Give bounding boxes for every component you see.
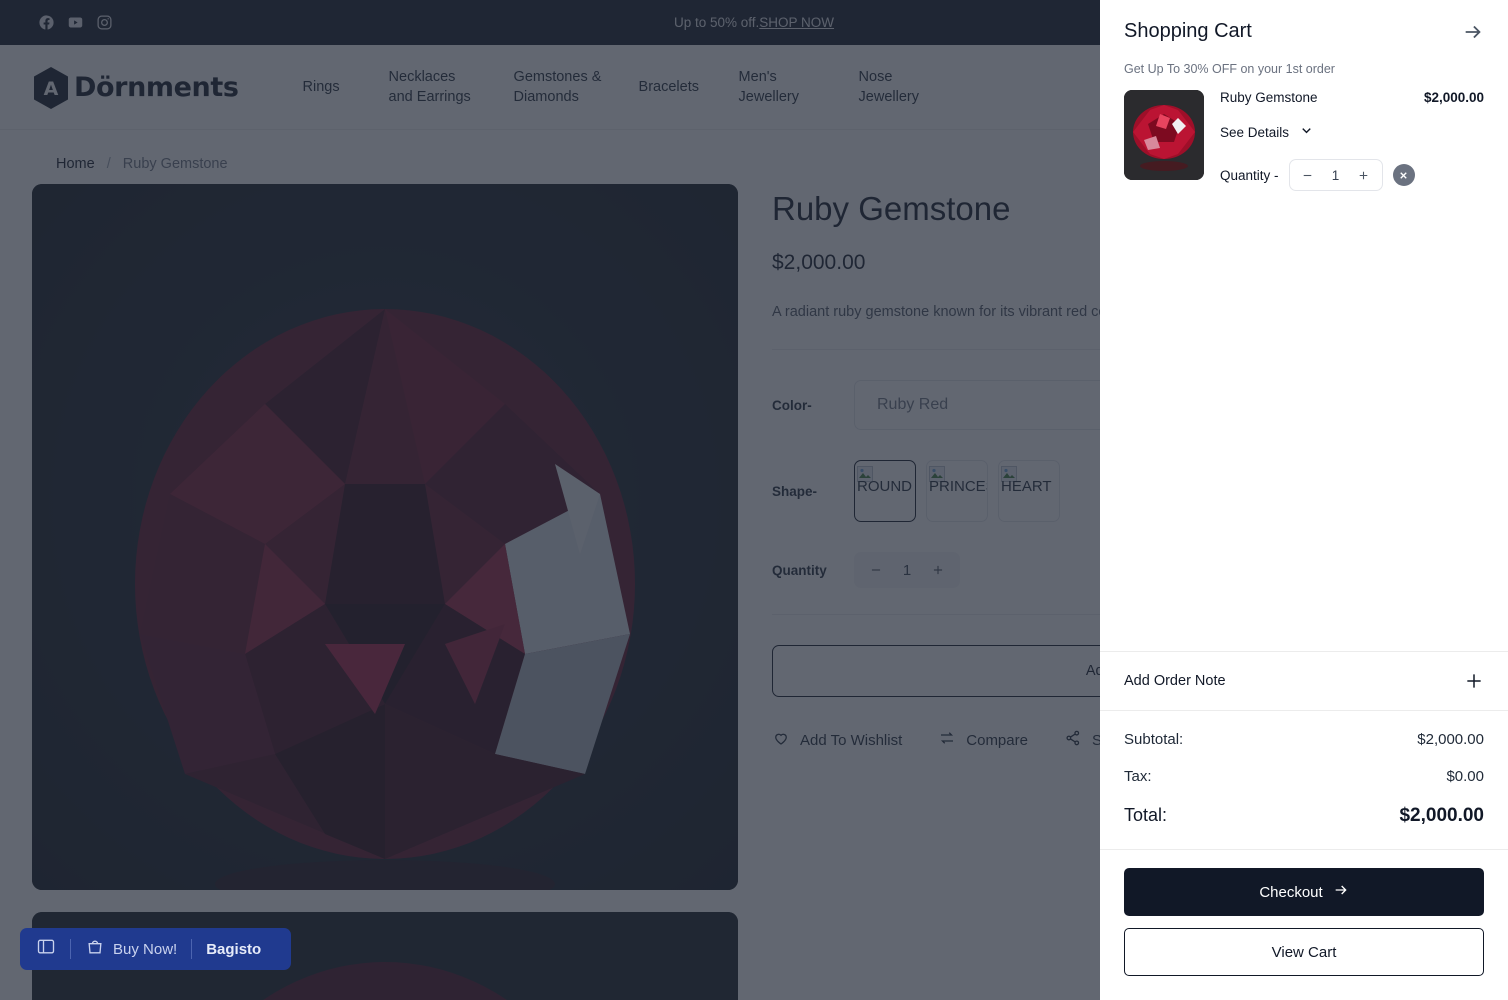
- add-order-note-button[interactable]: Add Order Note: [1100, 651, 1508, 711]
- app-root: Up to 50% off.SHOP NOW A Dörnments Rings…: [0, 0, 1508, 1000]
- cart-item-quantity-row: Quantity - 1: [1220, 159, 1484, 191]
- add-order-note-label: Add Order Note: [1124, 673, 1226, 689]
- close-drawer-arrow-icon[interactable]: [1462, 21, 1484, 43]
- see-details-label: See Details: [1220, 124, 1290, 140]
- cart-title-row: Shopping Cart: [1124, 20, 1484, 43]
- cart-subtotal-label: Subtotal:: [1124, 731, 1184, 748]
- cart-totals: Subtotal: $2,000.00 Tax: $0.00 Total: $2…: [1100, 711, 1508, 850]
- cart-title: Shopping Cart: [1124, 20, 1252, 42]
- cart-item-price: $2,000.00: [1423, 90, 1484, 105]
- bagisto-panel-toggle[interactable]: [36, 937, 70, 962]
- cart-item-thumbnail[interactable]: [1124, 90, 1204, 180]
- checkout-button[interactable]: Checkout: [1124, 868, 1484, 916]
- cart-total-label: Total:: [1124, 805, 1168, 825]
- cart-item: Ruby Gemstone $2,000.00 See Details Quan…: [1124, 90, 1484, 191]
- bagisto-brand[interactable]: Bagisto: [192, 941, 275, 958]
- plus-icon: [1464, 671, 1484, 691]
- cart-item-quantity-stepper[interactable]: 1: [1288, 159, 1383, 191]
- cart-quantity-increase-button[interactable]: [1350, 160, 1378, 190]
- cart-item-name: Ruby Gemstone: [1220, 90, 1318, 105]
- bag-icon: [85, 937, 105, 962]
- cart-footer: Checkout View Cart: [1100, 850, 1508, 1000]
- arrow-right-icon: [1333, 882, 1349, 902]
- cart-items-list: Ruby Gemstone $2,000.00 See Details Quan…: [1100, 76, 1508, 651]
- cart-subtotal-value: $2,000.00: [1417, 731, 1484, 748]
- panel-layout-icon: [36, 937, 56, 962]
- view-cart-button[interactable]: View Cart: [1124, 928, 1484, 976]
- cart-tax-value: $0.00: [1446, 768, 1484, 785]
- cart-item-see-details-toggle[interactable]: See Details: [1220, 123, 1484, 141]
- bagisto-toolbar: Buy Now! Bagisto: [20, 928, 292, 970]
- cart-subtotal-row: Subtotal: $2,000.00: [1124, 731, 1484, 748]
- bagisto-brand-label: Bagisto: [206, 940, 262, 958]
- cart-total-value: $2,000.00: [1399, 805, 1484, 826]
- chevron-down-icon: [1299, 123, 1314, 141]
- cart-item-info: Ruby Gemstone $2,000.00 See Details Quan…: [1220, 90, 1484, 191]
- shopping-cart-drawer: Shopping Cart Get Up To 30% OFF on your …: [1100, 0, 1508, 1000]
- checkout-label: Checkout: [1259, 883, 1323, 901]
- bagisto-buy-now-button[interactable]: Buy Now!: [71, 937, 191, 962]
- cart-quantity-value: 1: [1331, 167, 1340, 183]
- cart-item-remove-button[interactable]: [1392, 164, 1415, 186]
- cart-total-row: Total: $2,000.00: [1124, 805, 1484, 827]
- cart-header: Shopping Cart Get Up To 30% OFF on your …: [1100, 0, 1508, 76]
- cart-subtitle: Get Up To 30% OFF on your 1st order: [1124, 62, 1335, 76]
- cart-tax-label: Tax:: [1124, 768, 1152, 785]
- cart-quantity-decrease-button[interactable]: [1294, 160, 1322, 190]
- cart-tax-row: Tax: $0.00: [1124, 768, 1484, 785]
- cart-item-quantity-label: Quantity -: [1220, 167, 1279, 183]
- bagisto-buy-now-label: Buy Now!: [113, 940, 178, 958]
- cart-item-top-row: Ruby Gemstone $2,000.00: [1220, 90, 1484, 105]
